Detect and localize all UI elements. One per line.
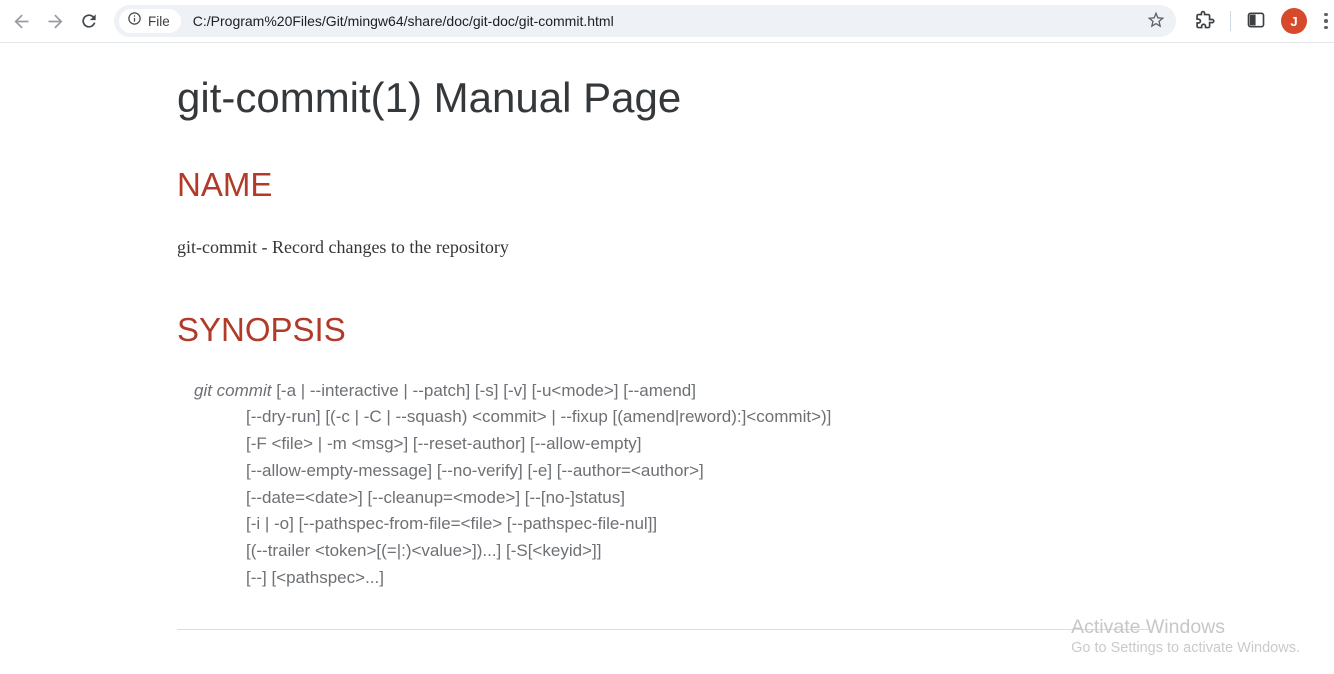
url-text[interactable]: C:/Program%20Files/Git/mingw64/share/doc… — [193, 13, 1142, 29]
side-panel-button[interactable] — [1241, 6, 1271, 36]
star-icon — [1146, 10, 1166, 33]
synopsis-line-rest: [-a | --interactive | --patch] [-s] [-v]… — [271, 381, 696, 400]
reload-button[interactable] — [72, 4, 106, 38]
synopsis-line: [-i | -o] [--pathspec-from-file=<file> [… — [177, 511, 1150, 538]
back-button[interactable] — [4, 4, 38, 38]
synopsis-command-italic: git commit — [194, 381, 271, 400]
synopsis-line: [--allow-empty-message] [--no-verify] [-… — [177, 458, 1150, 485]
address-bar[interactable]: File C:/Program%20Files/Git/mingw64/shar… — [114, 5, 1176, 37]
profile-avatar[interactable]: J — [1281, 8, 1307, 34]
section-heading-synopsis: SYNOPSIS — [177, 310, 1150, 350]
synopsis-line: [--] [<pathspec>...] — [177, 565, 1150, 592]
back-arrow-icon — [11, 11, 32, 32]
document-body: git-commit(1) Manual Page NAME git-commi… — [177, 73, 1150, 630]
synopsis-line: [--dry-run] [(-c | -C | --squash) <commi… — [177, 404, 1150, 431]
synopsis-line: [-F <file> | -m <msg>] [--reset-author] … — [177, 431, 1150, 458]
reload-icon — [79, 11, 99, 31]
info-icon — [127, 11, 142, 31]
section-divider — [177, 629, 1150, 630]
toolbar-right-group: J — [1190, 6, 1334, 36]
section-heading-name: NAME — [177, 165, 1150, 205]
forward-button[interactable] — [38, 4, 72, 38]
browser-menu-button[interactable] — [1317, 6, 1334, 36]
site-info-chip[interactable]: File — [119, 9, 181, 33]
extensions-button[interactable] — [1190, 6, 1220, 36]
page-title: git-commit(1) Manual Page — [177, 73, 1150, 123]
puzzle-icon — [1195, 10, 1215, 33]
watermark-line2: Go to Settings to activate Windows. — [1071, 639, 1300, 658]
bookmark-star-button[interactable] — [1142, 7, 1170, 35]
scheme-chip-label: File — [148, 14, 170, 29]
synopsis-line: git commit [-a | --interactive | --patch… — [177, 378, 1150, 405]
synopsis-line: [--date=<date>] [--cleanup=<mode>] [--[n… — [177, 485, 1150, 512]
browser-toolbar: File C:/Program%20Files/Git/mingw64/shar… — [0, 0, 1334, 43]
synopsis-line: [(--trailer <token>[(=|:)<value>])...] [… — [177, 538, 1150, 565]
side-panel-icon — [1246, 10, 1266, 33]
forward-arrow-icon — [45, 11, 66, 32]
toolbar-divider — [1230, 11, 1231, 31]
name-description: git-commit - Record changes to the repos… — [177, 235, 1150, 260]
synopsis-block: git commit [-a | --interactive | --patch… — [177, 378, 1150, 592]
